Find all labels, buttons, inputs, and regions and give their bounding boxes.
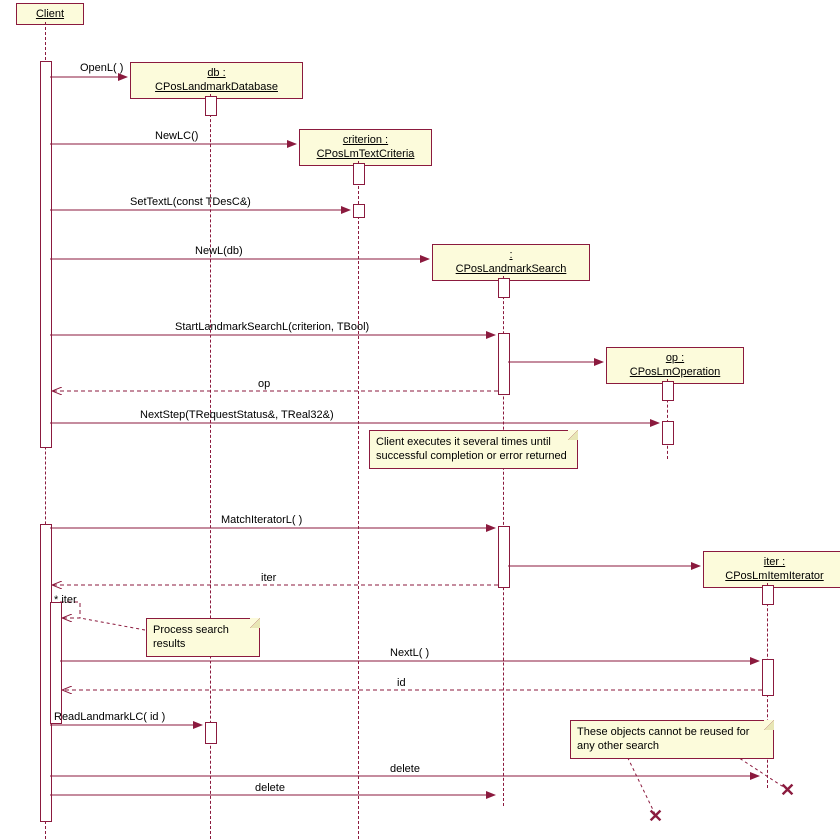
msg-readlandmark: ReadLandmarkLC( id ) bbox=[54, 711, 165, 723]
note-reuse: These objects cannot be reused for any o… bbox=[570, 720, 774, 759]
sequence-diagram: Client db : CPosLandmarkDatabase criteri… bbox=[0, 0, 840, 839]
msg-openl: OpenL( ) bbox=[80, 62, 123, 74]
destroy-iter-icon: ✕ bbox=[780, 780, 795, 801]
msg-startsearch: StartLandmarkSearchL(criterion, TBool) bbox=[175, 321, 369, 333]
msg-idreturn: id bbox=[397, 677, 406, 689]
msg-matchiterator: MatchIteratorL( ) bbox=[221, 514, 302, 526]
msg-newlc: NewLC() bbox=[155, 130, 198, 142]
note-process: Process search results bbox=[146, 618, 260, 657]
msg-delete2: delete bbox=[255, 782, 285, 794]
note-nextstep: Client executes it several times until s… bbox=[369, 430, 578, 469]
destroy-search-icon: ✕ bbox=[648, 806, 663, 827]
msg-settextl: SetTextL(const TDesC&) bbox=[130, 196, 251, 208]
msg-iterloop: * iter bbox=[54, 594, 77, 606]
msg-opreturn: op bbox=[258, 378, 270, 390]
msg-nextstep: NextStep(TRequestStatus&, TReal32&) bbox=[140, 409, 334, 421]
msg-delete1: delete bbox=[390, 763, 420, 775]
msg-nextl: NextL( ) bbox=[390, 647, 429, 659]
msg-newldb: NewL(db) bbox=[195, 245, 243, 257]
msg-iterreturn: iter bbox=[261, 572, 276, 584]
